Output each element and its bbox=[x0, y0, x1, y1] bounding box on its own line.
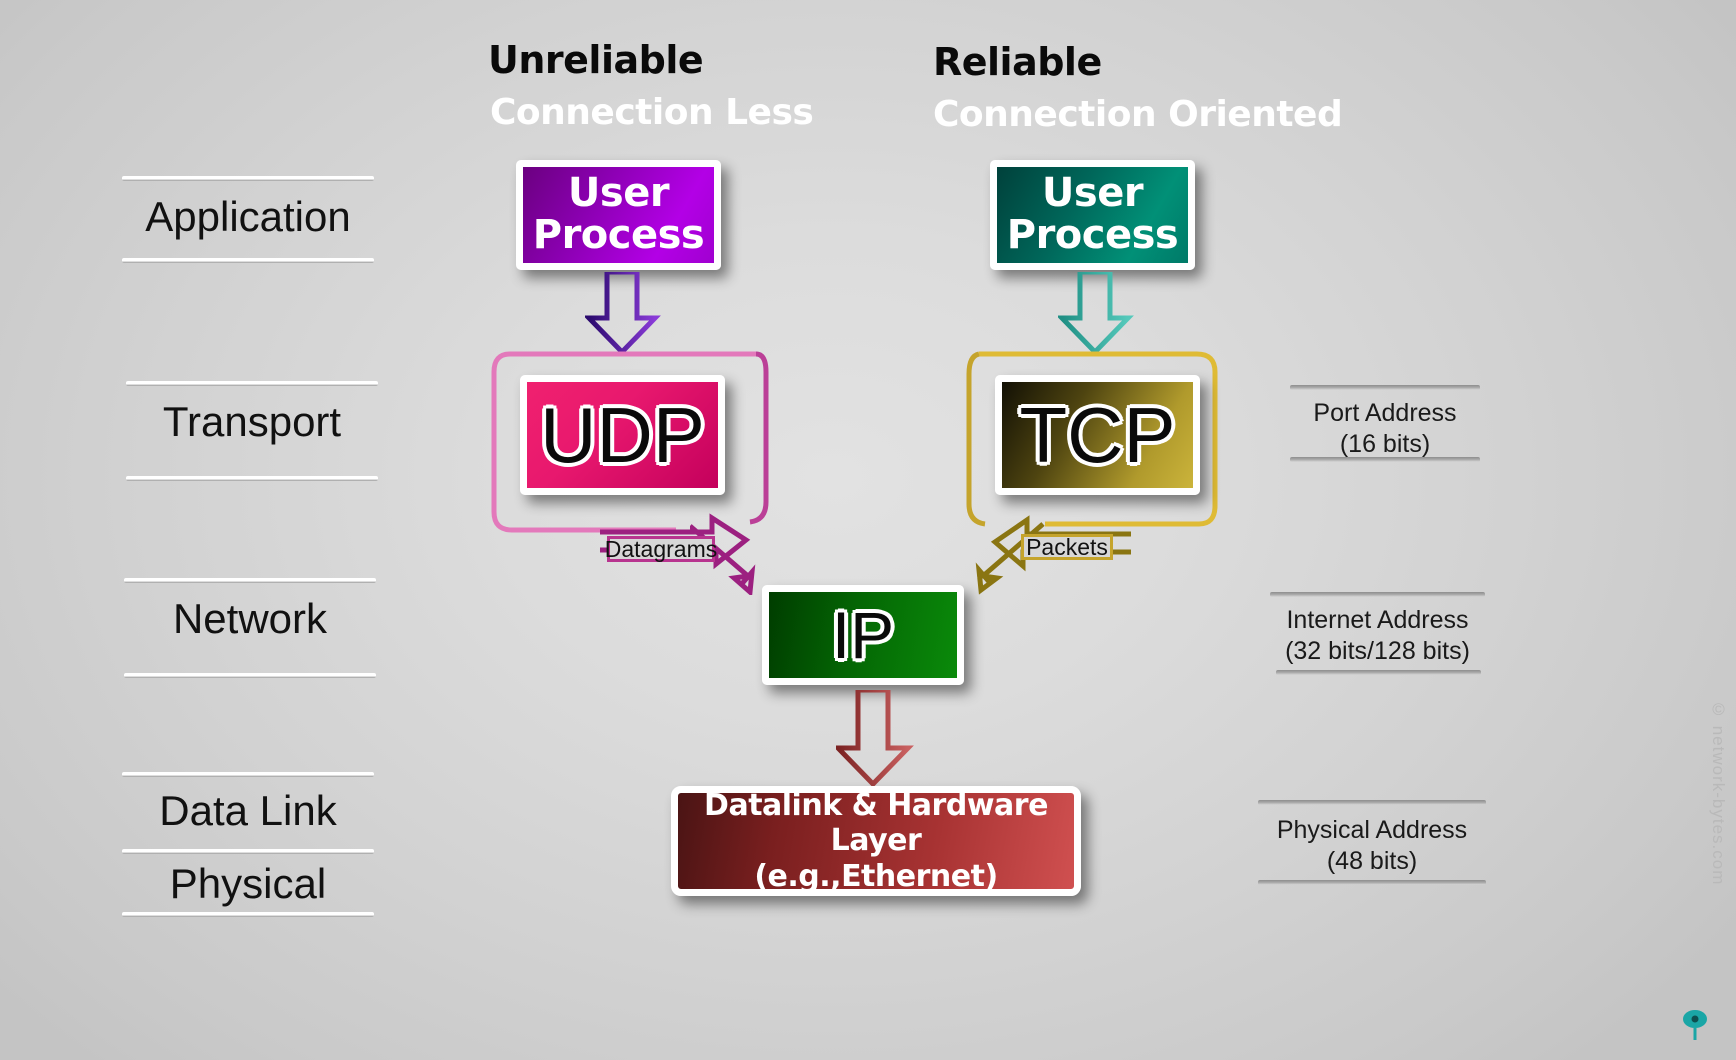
annotation-internet-address-bits: (32 bits/128 bits) bbox=[1285, 637, 1470, 666]
tcp-label: TCP bbox=[1019, 391, 1176, 479]
ip-box[interactable]: IP bbox=[762, 585, 964, 685]
user-process-left-line2: Process bbox=[532, 212, 705, 258]
layer-network: Network bbox=[124, 578, 376, 643]
layer-divider-line bbox=[122, 849, 374, 854]
layer-divider-line bbox=[122, 772, 374, 777]
user-process-right-box[interactable]: User Process bbox=[990, 160, 1195, 270]
annotation-divider-line bbox=[1290, 457, 1480, 462]
annotation-divider-line bbox=[1276, 670, 1481, 675]
annotation-divider-line bbox=[1270, 592, 1485, 597]
annotation-divider-line bbox=[1290, 385, 1480, 390]
arrow-userprocess-to-udp bbox=[585, 272, 661, 354]
user-process-right-line1: User bbox=[1041, 170, 1144, 217]
annotation-port-address-title: Port Address bbox=[1313, 399, 1457, 427]
annotation-port-address-bits: (16 bits) bbox=[1339, 430, 1431, 459]
header-connection-less: Connection Less bbox=[490, 92, 814, 133]
layer-label-application: Application bbox=[145, 193, 351, 240]
annotation-physical-address: Physical Address (48 bits) bbox=[1258, 800, 1486, 878]
layer-label-network: Network bbox=[172, 595, 328, 642]
layer-divider-line bbox=[122, 176, 374, 181]
layer-label-data-link: Data Link bbox=[159, 787, 337, 834]
layer-divider-line bbox=[126, 476, 378, 481]
layer-divider-line bbox=[124, 673, 376, 678]
annotation-internet-address: Internet Address (32 bits/128 bits) bbox=[1270, 592, 1485, 668]
layer-divider-line bbox=[122, 258, 374, 263]
annotation-port-address: Port Address (16 bits) bbox=[1290, 385, 1480, 461]
datalink-line1: Datalink & Hardware Layer bbox=[704, 787, 1048, 859]
datalink-line2: (e.g.,Ethernet) bbox=[754, 858, 998, 894]
annotation-divider-line bbox=[1258, 880, 1486, 885]
datalink-box[interactable]: Datalink & Hardware Layer (e.g.,Ethernet… bbox=[671, 786, 1081, 896]
header-reliable: Reliable bbox=[933, 40, 1102, 84]
header-unreliable: Unreliable bbox=[488, 38, 704, 82]
tcp-box[interactable]: TCP bbox=[995, 375, 1200, 495]
user-process-right-line2: Process bbox=[1006, 212, 1179, 258]
layer-label-transport: Transport bbox=[162, 398, 342, 445]
site-logo-icon bbox=[1683, 1010, 1707, 1040]
arrow-ip-to-datalink bbox=[836, 690, 914, 786]
annotation-physical-address-title: Physical Address bbox=[1276, 816, 1468, 844]
header-connection-oriented: Connection Oriented bbox=[933, 94, 1343, 135]
layer-application: Application bbox=[122, 176, 374, 241]
udp-box[interactable]: UDP bbox=[520, 375, 725, 495]
ip-label: IP bbox=[831, 598, 895, 672]
layer-data-link: Data Link bbox=[122, 772, 374, 835]
annotation-internet-address-title: Internet Address bbox=[1286, 606, 1469, 634]
layer-divider-line bbox=[122, 912, 374, 917]
layer-divider-line bbox=[126, 381, 378, 386]
annotation-divider-line bbox=[1258, 800, 1486, 805]
annotation-physical-address-bits: (48 bits) bbox=[1326, 847, 1418, 876]
layer-divider-line bbox=[124, 578, 376, 583]
watermark: © network-bytes.com bbox=[1709, 700, 1728, 886]
diagram-canvas: Unreliable Connection Less Reliable Conn… bbox=[0, 0, 1736, 1060]
arrow-userprocess-to-tcp bbox=[1058, 272, 1134, 354]
packets-label: Packets bbox=[1021, 534, 1113, 560]
datagrams-label: Datagrams bbox=[604, 535, 718, 562]
layer-label-physical: Physical bbox=[169, 860, 327, 907]
user-process-left-box[interactable]: User Process bbox=[516, 160, 721, 270]
udp-label: UDP bbox=[540, 391, 705, 479]
layer-transport: Transport bbox=[126, 381, 378, 446]
user-process-left-line1: User bbox=[567, 170, 670, 217]
